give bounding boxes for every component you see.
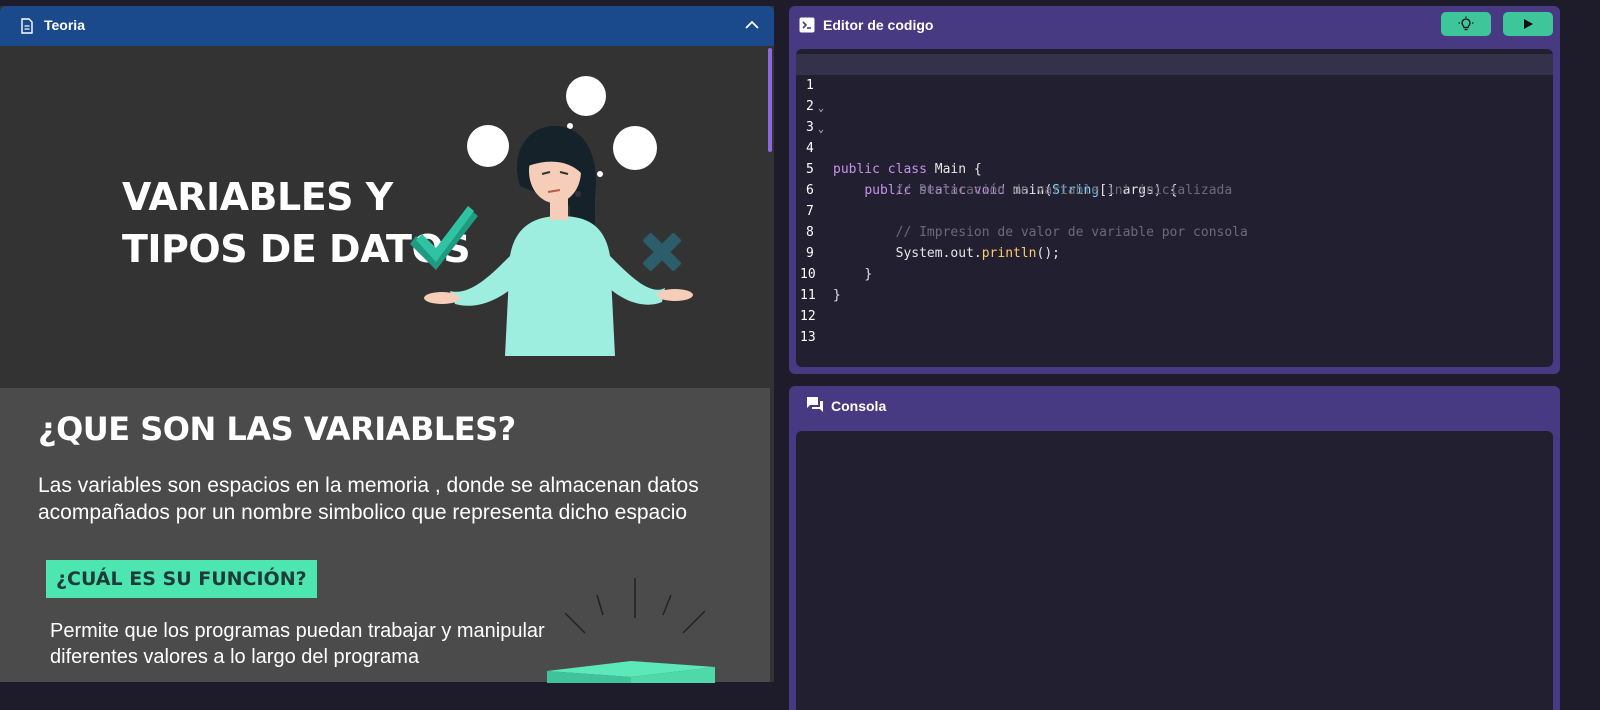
code-line[interactable]: 4 ⌄ public static void main(String[] arg… bbox=[796, 117, 1553, 198]
question-body: Las variables son espacios en la memoria… bbox=[38, 474, 699, 524]
chat-icon bbox=[807, 397, 823, 412]
code-line[interactable]: 5 // Declaración de variable int inicial… bbox=[796, 138, 1553, 198]
editor-panel: Editor de codigo 1 2 3 ⌄ public class Ma… bbox=[789, 6, 1560, 374]
question-title: ¿QUE SON LAS VARIABLES? bbox=[38, 410, 516, 448]
slide-hero: VARIABLES Y TIPOS DE DATOS bbox=[0, 46, 770, 388]
code-line[interactable]: 12 bbox=[796, 285, 1553, 324]
run-button[interactable] bbox=[1503, 12, 1553, 36]
editor-title: Editor de codigo bbox=[823, 17, 934, 33]
collapse-chevron-icon[interactable] bbox=[744, 19, 760, 31]
code-line[interactable]: 1 bbox=[796, 54, 1553, 93]
slide-content: ¿QUE SON LAS VARIABLES? Las variables so… bbox=[0, 388, 770, 683]
teoria-title: Teoria bbox=[44, 17, 85, 33]
code-line[interactable]: 6 bbox=[796, 159, 1553, 198]
code-line[interactable]: 9 } bbox=[796, 222, 1553, 282]
x-mark-icon bbox=[643, 233, 681, 271]
code-editor[interactable]: 1 2 3 ⌄ public class Main { 4 ⌄ public s… bbox=[796, 49, 1553, 367]
lightbulb-icon bbox=[1458, 16, 1474, 31]
code-line[interactable]: 8 System.out.println(); bbox=[796, 201, 1553, 261]
code-line[interactable]: 13 bbox=[796, 306, 1553, 345]
function-body: Permite que los programas puedan trabaja… bbox=[50, 620, 545, 668]
console-output[interactable] bbox=[796, 431, 1553, 710]
console-panel: Consola bbox=[789, 386, 1560, 710]
line-number: 13 bbox=[800, 330, 816, 345]
play-icon bbox=[1524, 19, 1533, 29]
hint-button[interactable] bbox=[1441, 12, 1491, 36]
console-title: Consola bbox=[831, 398, 887, 414]
terminal-icon bbox=[799, 17, 815, 33]
function-badge: ¿CUÁL ES SU FUNCIÓN? bbox=[46, 560, 317, 598]
code-line[interactable]: 7 // Impresion de valor de variable por … bbox=[796, 180, 1553, 240]
fold-chevron-icon[interactable]: ⌄ bbox=[818, 119, 824, 140]
scrollbar-thumb[interactable] bbox=[768, 48, 772, 152]
code-line[interactable]: 10 } bbox=[796, 243, 1553, 303]
box-illustration bbox=[547, 578, 715, 683]
code-line[interactable]: 3 ⌄ public class Main { bbox=[796, 96, 1553, 177]
fold-chevron-icon[interactable]: ⌄ bbox=[818, 98, 824, 119]
thinking-woman-illustration bbox=[410, 76, 693, 356]
code-line[interactable]: 11 bbox=[796, 264, 1553, 303]
code-line[interactable]: 2 bbox=[796, 75, 1553, 114]
document-icon bbox=[21, 18, 33, 34]
teoria-header[interactable]: Teoria bbox=[0, 6, 774, 46]
teoria-panel: Teoria VARIABLES Y TIPOS DE DATOS ¿QUE S… bbox=[0, 6, 774, 683]
